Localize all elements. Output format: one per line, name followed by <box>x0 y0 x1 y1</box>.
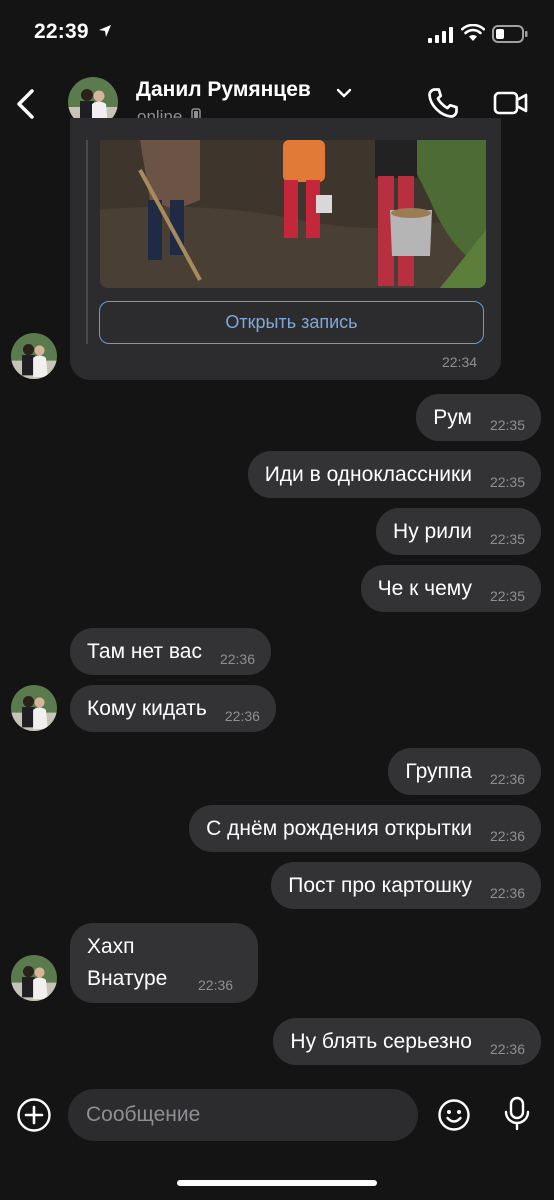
outgoing-message[interactable]: Че к чему 22:35 <box>360 565 541 612</box>
wifi-icon <box>460 23 486 47</box>
status-time: 22:39 <box>34 20 89 43</box>
sender-avatar[interactable] <box>11 333 57 379</box>
message-text: Иди в одноклассники <box>264 462 472 486</box>
outgoing-message[interactable]: Пост про картошку 22:36 <box>271 862 541 909</box>
message-time: 22:36 <box>198 977 234 993</box>
post-image[interactable] <box>100 140 486 288</box>
home-indicator[interactable] <box>177 1180 377 1186</box>
battery-icon <box>492 24 528 49</box>
message-time: 22:35 <box>489 530 525 547</box>
message-input[interactable]: Сообщение <box>68 1089 418 1141</box>
attach-plus-button[interactable] <box>16 1097 52 1138</box>
outgoing-message[interactable]: Ну блять серьезно 22:36 <box>273 1018 541 1065</box>
message-time: 22:36 <box>489 884 525 901</box>
message-time: 22:36 <box>489 827 525 844</box>
message-text: Там нет вас <box>87 639 202 663</box>
message-time: 22:35 <box>489 473 525 490</box>
message-text: Кому кидать <box>87 696 207 720</box>
post-quote-bar <box>86 140 88 344</box>
outgoing-message[interactable]: Рум 22:35 <box>416 394 541 441</box>
incoming-message[interactable]: Хахп Внатуре 22:36 <box>70 923 258 1003</box>
contact-name[interactable]: Данил Румянцев <box>136 78 311 102</box>
message-time: 22:36 <box>224 707 260 724</box>
location-arrow-icon <box>98 24 112 43</box>
message-text: Ну рили <box>393 519 472 543</box>
message-text: Ну блять серьезно <box>290 1029 472 1053</box>
chevron-down-icon[interactable] <box>336 86 352 104</box>
message-text: Группа <box>405 759 472 783</box>
signal-icon <box>428 27 454 48</box>
outgoing-message[interactable]: Ну рили 22:35 <box>376 508 541 555</box>
post-timestamp: 22:34 <box>442 354 478 370</box>
message-time: 22:35 <box>489 416 525 433</box>
message-text: С днём рождения открытки <box>206 816 472 840</box>
message-text: Рум <box>433 405 472 429</box>
incoming-message[interactable]: Кому кидать 22:36 <box>70 685 276 732</box>
back-button[interactable] <box>14 88 38 125</box>
outgoing-message[interactable]: Группа 22:36 <box>388 748 541 795</box>
message-time: 22:35 <box>489 587 525 604</box>
incoming-message[interactable]: Там нет вас 22:36 <box>70 628 272 675</box>
message-text-line-2: Внатуре <box>87 967 168 990</box>
message-text: Че к чему <box>377 576 472 600</box>
message-text-line-1: Хахп <box>87 935 135 958</box>
outgoing-message[interactable]: Иди в одноклассники 22:35 <box>247 451 541 498</box>
outgoing-message[interactable]: С днём рождения открытки 22:36 <box>189 805 541 852</box>
message-time: 22:36 <box>219 650 256 667</box>
message-text: Пост про картошку <box>288 873 472 897</box>
message-time: 22:36 <box>489 1040 525 1057</box>
open-post-button[interactable]: Открыть запись <box>99 301 484 344</box>
message-time: 22:36 <box>489 770 525 787</box>
emoji-icon[interactable] <box>437 1098 471 1137</box>
sender-avatar[interactable] <box>11 685 57 731</box>
microphone-icon[interactable] <box>502 1096 532 1137</box>
sender-avatar[interactable] <box>11 955 57 1001</box>
